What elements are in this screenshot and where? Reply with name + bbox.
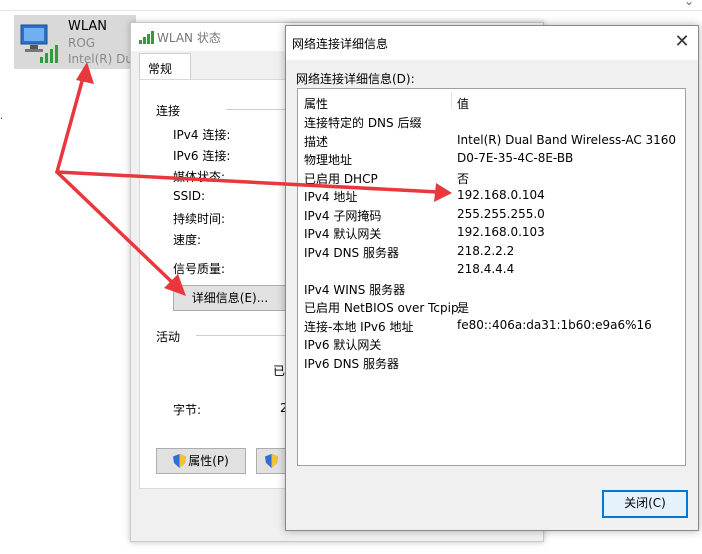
details-list[interactable]: 属性 值 连接特定的 DNS 后缀 描述 Intel(R) Dual Band … bbox=[297, 88, 686, 466]
close-button[interactable]: 关闭(C) bbox=[602, 490, 688, 518]
tab-general[interactable]: 常规 bbox=[139, 53, 191, 80]
media-state-label: 媒体状态: bbox=[173, 170, 226, 184]
chevron-down-icon[interactable]: ⌄ bbox=[684, 0, 694, 8]
row-property[interactable]: 描述 bbox=[304, 133, 328, 150]
shield-icon bbox=[173, 454, 187, 468]
tab-label: 常规 bbox=[148, 62, 173, 76]
section-divider bbox=[226, 109, 286, 110]
details-button[interactable]: 详细信息(E)... bbox=[173, 285, 287, 311]
dialog-title: 网络连接详细信息 bbox=[292, 37, 389, 51]
row-property[interactable]: IPv4 地址 bbox=[304, 188, 357, 205]
row-property[interactable]: 已启用 DHCP bbox=[304, 170, 378, 187]
wireless-adapter-icon bbox=[20, 24, 58, 63]
row-value[interactable]: Intel(R) Dual Band Wireless-AC 3160 bbox=[457, 133, 676, 147]
row-property[interactable]: IPv6 默认网关 bbox=[304, 336, 381, 353]
arrow-to-adapter bbox=[55, 72, 86, 174]
properties-button[interactable]: 属性(P) bbox=[156, 448, 246, 474]
row-property[interactable]: IPv4 默认网关 bbox=[304, 225, 381, 242]
column-header-property[interactable]: 属性 bbox=[304, 95, 328, 112]
row-property[interactable]: IPv4 子网掩码 bbox=[304, 207, 381, 224]
section-divider bbox=[196, 335, 286, 336]
row-value[interactable]: 192.168.0.103 bbox=[457, 225, 545, 239]
details-list-label: 网络连接详细信息(D): bbox=[296, 72, 415, 86]
row-value[interactable]: 否 bbox=[457, 170, 469, 187]
row-value[interactable]: 192.168.0.104 bbox=[457, 188, 545, 202]
column-divider[interactable] bbox=[451, 91, 452, 109]
row-value[interactable]: D0-7E-35-4C-8E-BB bbox=[457, 151, 573, 165]
row-property[interactable]: 连接特定的 DNS 后缀 bbox=[304, 114, 421, 131]
adapter-name: WLAN bbox=[68, 19, 108, 34]
row-value[interactable]: 218.2.2.2 bbox=[457, 244, 514, 258]
row-value[interactable]: 218.4.4.4 bbox=[457, 262, 514, 276]
connection-details-dialog: 网络连接详细信息 ✕ 网络连接详细信息(D): 属性 值 连接特定的 DNS 后… bbox=[285, 25, 699, 531]
row-property[interactable]: 已启用 NetBIOS over Tcpip bbox=[304, 299, 459, 316]
ipv4-connection-label: IPv4 连接: bbox=[173, 128, 231, 142]
background-divider bbox=[0, 10, 702, 11]
dialog-titlebar[interactable]: 网络连接详细信息 ✕ bbox=[286, 26, 698, 60]
edge-marker-icon: · bbox=[0, 114, 4, 125]
adapter-device: Intel(R) Dual Band Wireless-AC 3160 bbox=[68, 52, 136, 66]
signal-quality-label: 信号质量: bbox=[173, 262, 226, 276]
adapter-network: ROG bbox=[68, 36, 96, 50]
adapter-tile[interactable]: WLAN ROG Intel(R) Dual Band Wireless-AC … bbox=[14, 15, 136, 69]
column-header-value[interactable]: 值 bbox=[457, 95, 469, 112]
window-title: WLAN 状态 bbox=[157, 31, 221, 45]
properties-button-label: 属性(P) bbox=[188, 454, 229, 468]
close-icon[interactable]: ✕ bbox=[670, 30, 694, 54]
row-property[interactable]: 连接-本地 IPv6 地址 bbox=[304, 318, 413, 335]
row-value[interactable]: 255.255.255.0 bbox=[457, 207, 545, 221]
row-property[interactable]: IPv6 DNS 服务器 bbox=[304, 355, 399, 372]
bytes-label: 字节: bbox=[173, 403, 202, 417]
activity-section-label: 活动 bbox=[156, 330, 181, 344]
row-property[interactable]: 物理地址 bbox=[304, 151, 352, 168]
speed-label: 速度: bbox=[173, 233, 202, 247]
connection-section-label: 连接 bbox=[156, 104, 181, 118]
disable-button[interactable] bbox=[256, 448, 288, 474]
row-value[interactable]: fe80::406a:da31:1b60:e9a6%16 bbox=[457, 318, 652, 332]
ssid-label: SSID: bbox=[173, 189, 206, 203]
row-value[interactable]: 是 bbox=[457, 299, 469, 316]
sent-label: 已 bbox=[273, 364, 286, 378]
signal-bars-icon bbox=[139, 31, 154, 44]
row-property[interactable]: IPv4 DNS 服务器 bbox=[304, 244, 399, 261]
duration-label: 持续时间: bbox=[173, 212, 226, 226]
row-property[interactable]: IPv4 WINS 服务器 bbox=[304, 281, 405, 298]
shield-icon bbox=[264, 454, 278, 468]
ipv6-connection-label: IPv6 连接: bbox=[173, 149, 231, 163]
